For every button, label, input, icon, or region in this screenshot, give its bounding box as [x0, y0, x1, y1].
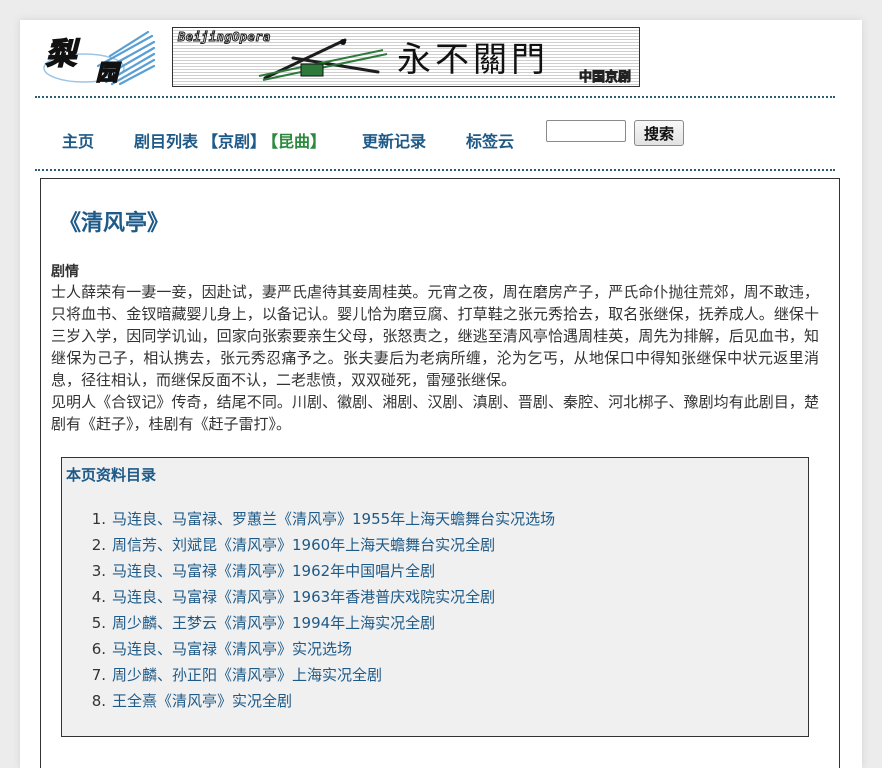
toc-item: 2. 周信芳、刘斌昆《清风亭》1960年上海天蟾舞台实况全剧: [84, 532, 555, 558]
toc-item-number: 3.: [91, 562, 106, 580]
toc-item-link[interactable]: 马连良、马富禄《清风亭》1962年中国唱片全剧: [112, 562, 435, 580]
toc-list: 1. 马连良、马富禄、罗蕙兰《清风亭》1955年上海天蟾舞台实况选场 2. 周信芳、…: [84, 506, 556, 714]
toc-item-link[interactable]: 马连良、马富禄《清风亭》1963年香港普庆戏院实况全剧: [112, 588, 495, 606]
toc-item-number: 6.: [91, 640, 106, 658]
toc-item: 8. 王全熹《清风亭》实况全剧: [84, 688, 555, 714]
synopsis-text: 士人薛荣有一妻一妾，因赴试，妻严氏虐待其妾周桂英。元宵之夜，周在磨房产子，严氏命…: [51, 281, 819, 435]
toc-item: 5. 周少麟、王梦云《清风亭》1994年上海实况全剧: [84, 610, 555, 636]
toc-item-number: 7.: [91, 666, 106, 684]
nav-updates-link[interactable]: 更新记录: [362, 128, 426, 152]
toc-item-number: 2.: [91, 536, 106, 554]
search-input[interactable]: [546, 120, 626, 142]
svg-text:梨: 梨: [46, 37, 80, 72]
nav-jingju-link[interactable]: 【京剧】: [202, 128, 266, 152]
header-divider: [35, 96, 835, 98]
toc-item-number: 5.: [91, 614, 106, 632]
toc-item-number: 1.: [91, 510, 106, 528]
toc-item: 6. 马连良、马富禄《清风亭》实况选场: [84, 636, 555, 662]
nav-home-link[interactable]: 主页: [62, 128, 94, 152]
page-title: 《清风亭》: [59, 211, 170, 236]
content-box: 《清风亭》 剧情 士人薛荣有一妻一妾，因赴试，妻严氏虐待其妾周桂英。元宵之夜，周…: [40, 178, 840, 768]
toc-title: 本页资料目录: [66, 466, 157, 484]
banner-motto-text: 永不關門: [397, 40, 549, 80]
toc-item-link[interactable]: 周少麟、王梦云《清风亭》1994年上海实况全剧: [112, 614, 435, 632]
banner-sub-text: 中国京剧: [578, 70, 632, 86]
toc-item: 1. 马连良、马富禄、罗蕙兰《清风亭》1955年上海天蟾舞台实况选场: [84, 506, 556, 532]
synopsis-paragraph: 士人薛荣有一妻一妾，因赴试，妻严氏虐待其妾周桂英。元宵之夜，周在磨房产子，严氏命…: [51, 283, 819, 389]
search-button[interactable]: 搜索: [634, 120, 684, 146]
page-container: 梨 园 BeijingOpera 永不關門 中国京剧 主页 剧目列表 【京剧】 …: [20, 20, 862, 768]
toc-item-number: 4.: [91, 588, 106, 606]
toc-item-number: 8.: [91, 692, 106, 710]
synopsis-paragraph: 见明人《合钗记》传奇，结尾不同。川剧、徽剧、湘剧、汉剧、滇剧、晋剧、秦腔、河北梆…: [51, 393, 819, 433]
toc-item-link[interactable]: 周信芳、刘斌昆《清风亭》1960年上海天蟾舞台实况全剧: [112, 536, 495, 554]
nav-repertoire-link[interactable]: 剧目列表: [134, 128, 198, 152]
svg-text:园: 园: [96, 60, 122, 86]
banner-brand-text: BeijingOpera: [178, 30, 271, 45]
synopsis-heading: 剧情: [51, 264, 79, 280]
toc-item-link[interactable]: 马连良、马富禄、罗蕙兰《清风亭》1955年上海天蟾舞台实况选场: [112, 510, 555, 528]
toc-item: 4. 马连良、马富禄《清风亭》1963年香港普庆戏院实况全剧: [84, 584, 555, 610]
toc-item: 7. 周少麟、孙正阳《清风亭》上海实况全剧: [84, 662, 555, 688]
toc-item-link[interactable]: 周少麟、孙正阳《清风亭》上海实况全剧: [112, 666, 382, 684]
table-of-contents: 本页资料目录 1. 马连良、马富禄、罗蕙兰《清风亭》1955年上海天蟾舞台实况选场…: [61, 457, 809, 737]
toc-item-link[interactable]: 王全熹《清风亭》实况全剧: [112, 692, 292, 710]
nav-kunqu-link[interactable]: 【昆曲】: [262, 128, 326, 152]
liyuan-logo[interactable]: 梨 园: [40, 26, 156, 88]
nav-divider: [35, 169, 835, 171]
nav-tags-link[interactable]: 标签云: [466, 128, 514, 152]
site-banner[interactable]: BeijingOpera 永不關門 中国京剧: [172, 27, 640, 87]
toc-item-link[interactable]: 马连良、马富禄《清风亭》实况选场: [112, 640, 352, 658]
toc-item: 3. 马连良、马富禄《清风亭》1962年中国唱片全剧: [84, 558, 555, 584]
